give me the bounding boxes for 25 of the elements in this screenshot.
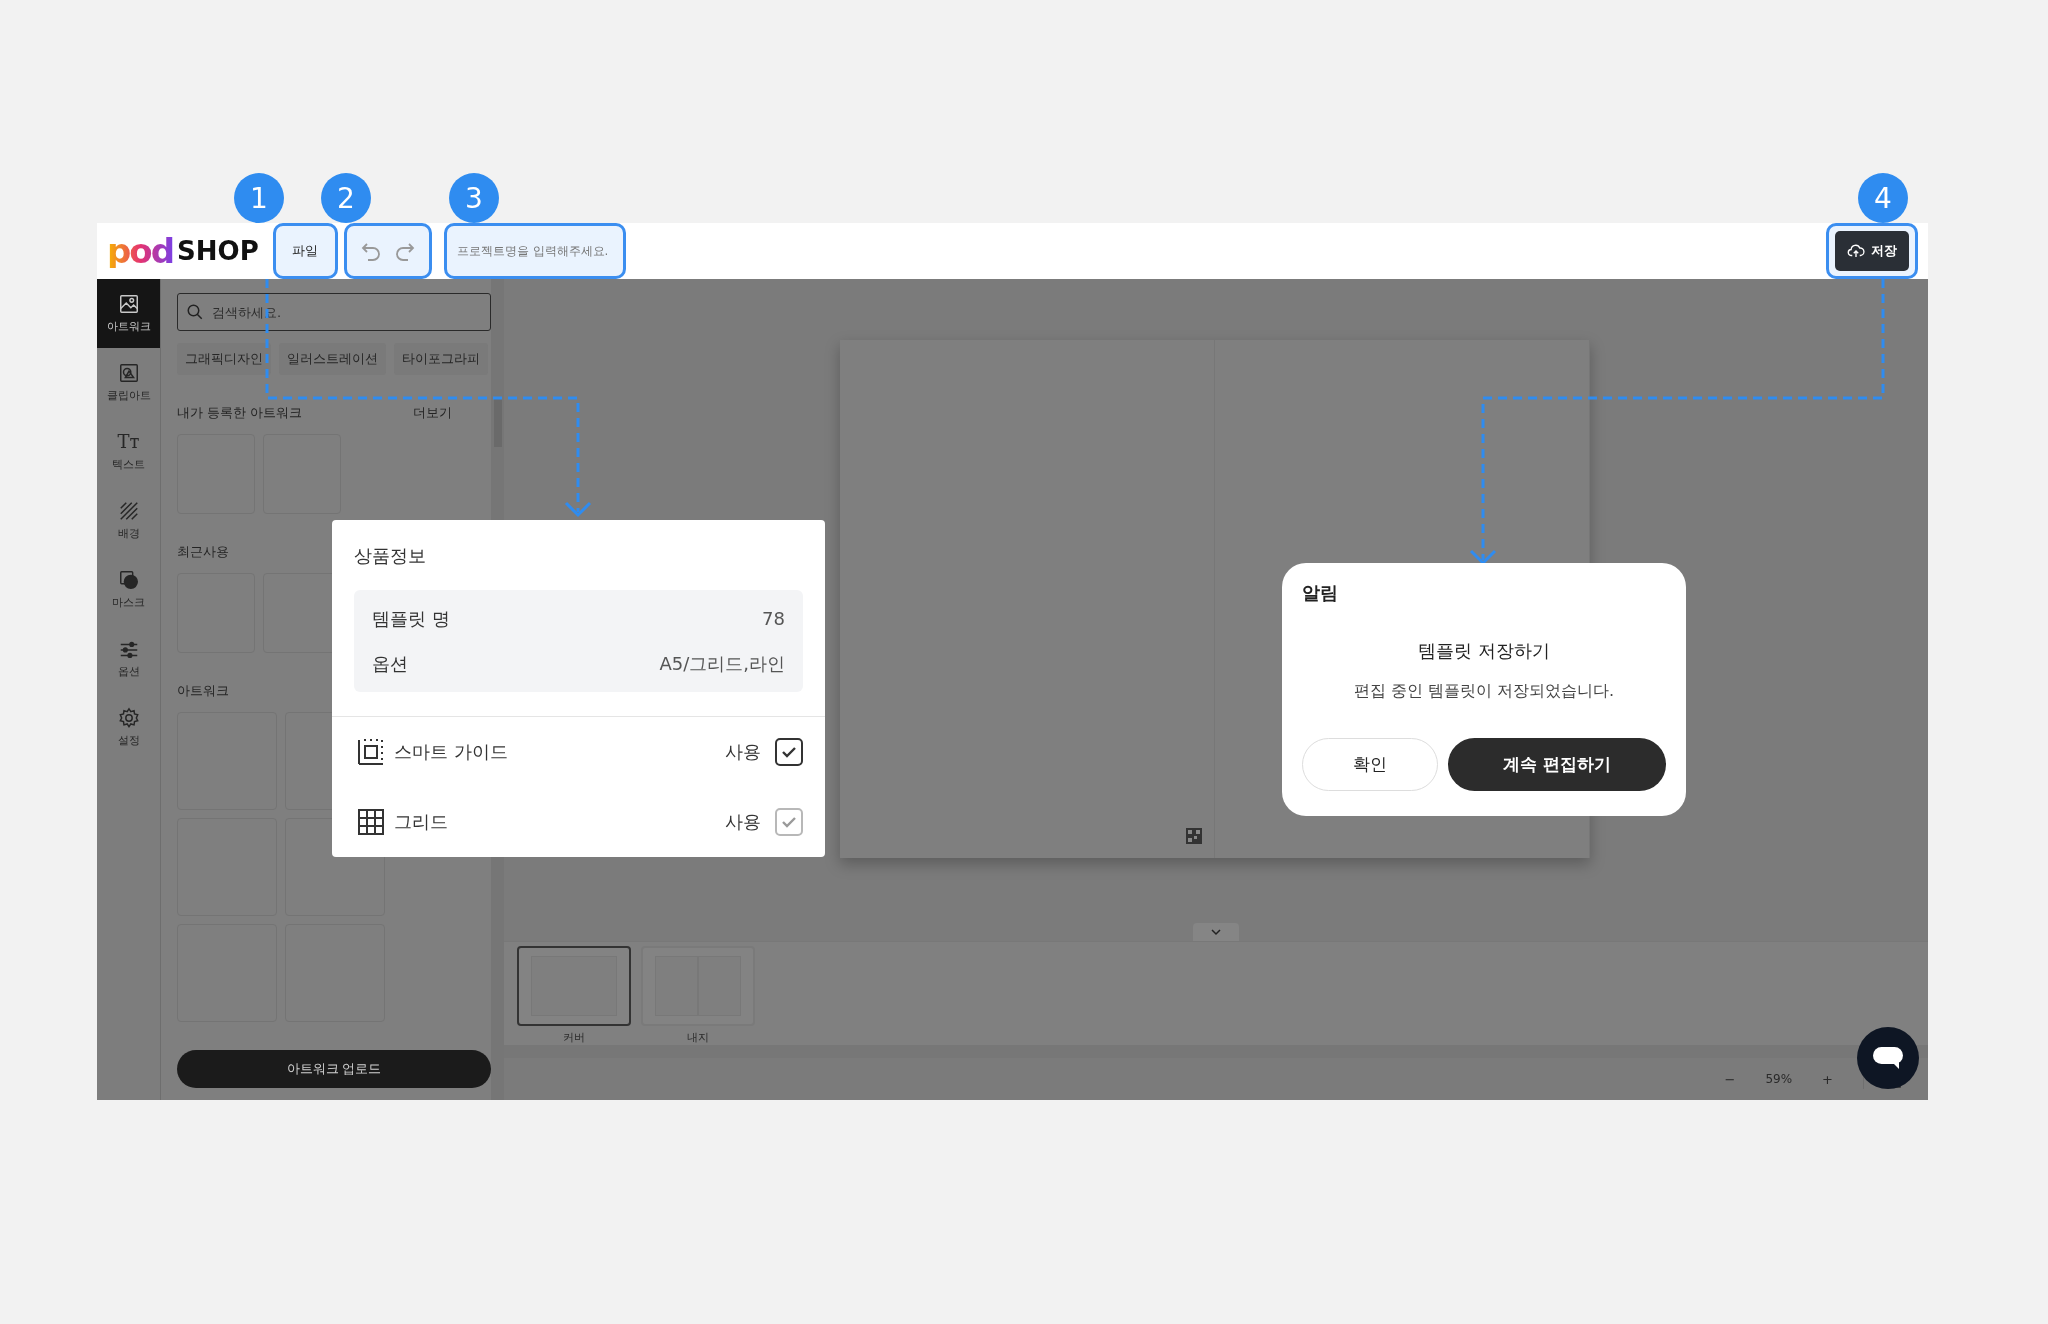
popup-title: 상품정보: [353, 544, 427, 568]
section-title: 아트워크: [177, 683, 229, 700]
step-badge: 4: [1858, 173, 1908, 223]
info-value: A5/그리드,라인: [659, 651, 785, 676]
dialog-heading: 템플릿 저장하기: [1418, 639, 1550, 663]
section-title: 최근사용: [177, 544, 229, 561]
step-badge: 3: [449, 173, 499, 223]
step-badge: 1: [234, 173, 284, 223]
setting-label: 그리드: [394, 810, 449, 834]
logo-text: SHOP: [177, 236, 259, 266]
step-badge: 2: [321, 173, 371, 223]
zoom-level: 59%: [1765, 1072, 1793, 1086]
logo-mark: pod: [107, 234, 174, 268]
setting-status: 사용: [725, 740, 761, 764]
dialog-title: 알림: [1302, 581, 1338, 605]
page-label: 커버: [563, 1030, 585, 1045]
text-tool-icon: Tт: [117, 431, 140, 453]
info-value: 78: [762, 608, 785, 629]
page-label: 내지: [687, 1030, 709, 1045]
section-title: 내가 등록한 아트워크: [177, 405, 302, 422]
setting-label: 스마트 가이드: [394, 740, 509, 764]
info-label: 옵션: [372, 651, 408, 676]
setting-status: 사용: [725, 810, 761, 834]
dialog-message: 편집 중인 템플릿이 저장되었습니다.: [1353, 681, 1615, 702]
info-label: 템플릿 명: [372, 606, 450, 631]
